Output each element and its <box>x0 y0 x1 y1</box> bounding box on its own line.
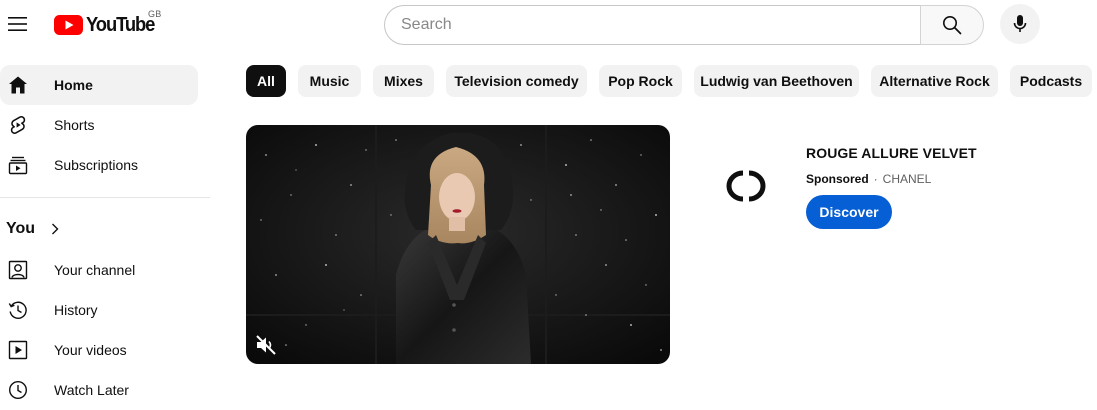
sidebar-item-history[interactable]: History <box>0 290 198 330</box>
muted-volume-icon <box>256 335 276 355</box>
search-input[interactable] <box>401 16 921 34</box>
sidebar-item-label: Shorts <box>54 117 95 133</box>
ad-video-thumbnail <box>246 125 670 364</box>
search-icon <box>943 16 962 35</box>
meta-separator: · <box>873 172 878 186</box>
chip-podcasts[interactable]: Podcasts <box>1010 65 1092 97</box>
shorts-icon <box>8 115 28 135</box>
sidebar-item-home[interactable]: Home <box>0 65 198 105</box>
search-box[interactable] <box>384 5 921 45</box>
mute-button[interactable] <box>254 333 278 357</box>
chip-alternative-rock[interactable]: Alternative Rock <box>871 65 998 97</box>
sidebar-item-shorts[interactable]: Shorts <box>0 105 198 145</box>
guide-menu-button[interactable] <box>0 4 36 44</box>
advertiser-name[interactable]: CHANEL <box>883 172 932 186</box>
your-videos-icon <box>8 340 28 360</box>
voice-search-button[interactable] <box>1000 4 1040 44</box>
chip-television-comedy[interactable]: Television comedy <box>446 65 587 97</box>
sidebar-divider <box>0 197 210 198</box>
advertiser-logo[interactable] <box>718 165 774 207</box>
your-channel-icon <box>8 260 28 280</box>
chip-ludwig-van-beethoven[interactable]: Ludwig van Beethoven <box>694 65 859 97</box>
chip-music[interactable]: Music <box>298 65 361 97</box>
chevron-right-icon <box>52 223 59 235</box>
sidebar-item-label: Subscriptions <box>54 157 139 173</box>
sidebar-item-your-channel[interactable]: Your channel <box>0 250 198 290</box>
discover-button[interactable]: Discover <box>806 195 892 229</box>
sponsored-badge: Sponsored <box>806 172 869 186</box>
microphone-icon <box>1013 15 1027 32</box>
sidebar-item-label: Home <box>54 77 93 93</box>
hamburger-menu-icon <box>8 17 27 31</box>
sidebar-item-label: History <box>54 302 98 318</box>
youtube-logo-text: YouTube <box>86 13 155 36</box>
ad-meta: Sponsored · CHANEL <box>806 172 931 186</box>
chanel-logo-icon <box>726 170 766 202</box>
sidebar-item-watch-later[interactable]: Watch Later <box>0 370 198 410</box>
you-section-header[interactable]: You <box>6 215 63 243</box>
home-icon <box>8 75 28 95</box>
sidebar-item-label: Watch Later <box>54 382 129 398</box>
history-icon <box>8 300 28 320</box>
sidebar-item-your-videos[interactable]: Your videos <box>0 330 198 370</box>
country-code: GB <box>148 9 162 19</box>
ad-video-player[interactable] <box>246 125 670 364</box>
search-button[interactable] <box>920 5 984 45</box>
sidebar-item-label: Your videos <box>54 342 127 358</box>
subscriptions-icon <box>8 155 28 175</box>
chip-all[interactable]: All <box>246 65 286 97</box>
watch-later-icon <box>8 380 28 400</box>
sidebar-item-label: Your channel <box>54 262 136 278</box>
sidebar-item-subscriptions[interactable]: Subscriptions <box>0 145 198 185</box>
ad-title[interactable]: ROUGE ALLURE VELVET <box>806 145 977 161</box>
youtube-logo[interactable]: YouTube <box>54 10 160 40</box>
youtube-play-logo-icon <box>54 15 83 35</box>
chip-pop-rock[interactable]: Pop Rock <box>599 65 682 97</box>
you-section-title: You <box>6 220 36 237</box>
chip-mixes[interactable]: Mixes <box>373 65 434 97</box>
